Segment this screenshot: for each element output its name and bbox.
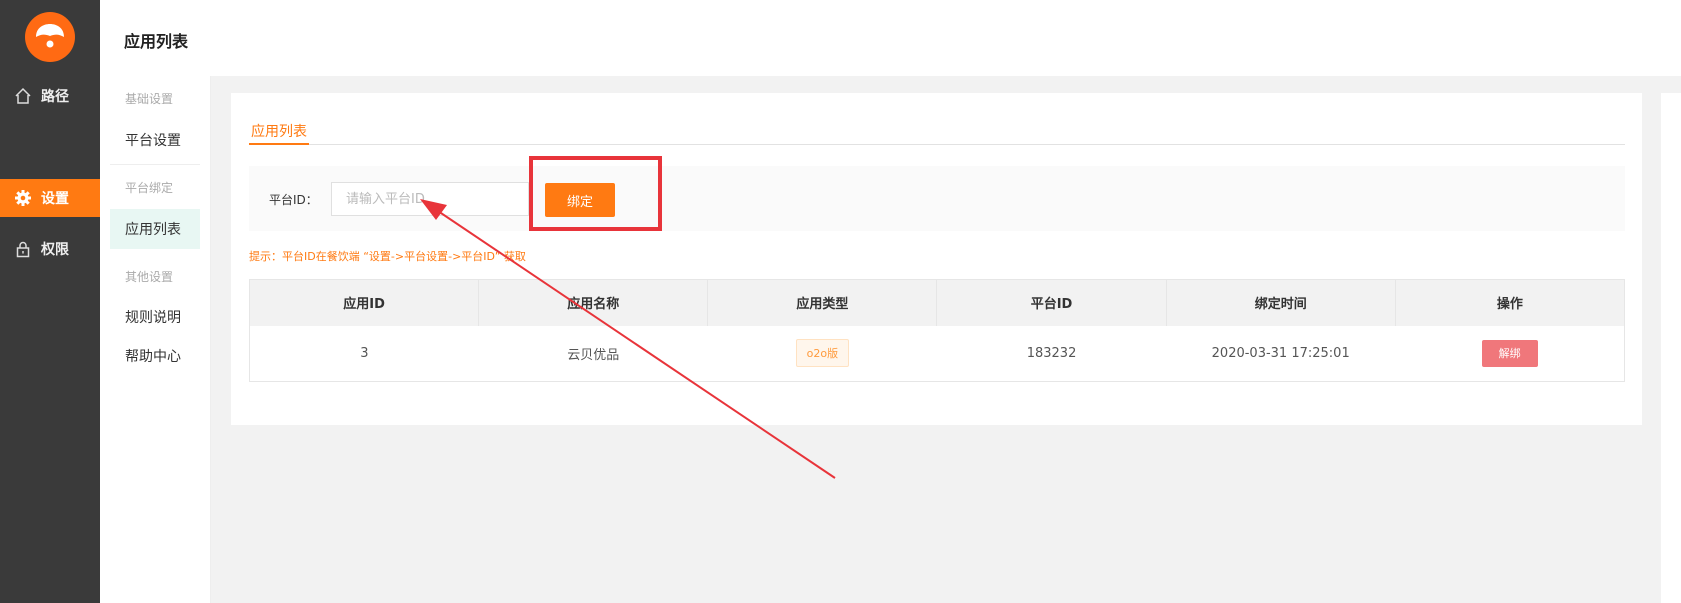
tab-bar: 应用列表	[249, 121, 1625, 145]
tab-app-list[interactable]: 应用列表	[249, 121, 309, 145]
subnav-item-app-list[interactable]: 应用列表	[110, 209, 200, 249]
cell-app-id: 3	[249, 325, 479, 382]
platform-id-label: 平台ID：	[269, 193, 318, 207]
filter-bar: 平台ID： 绑定	[249, 166, 1625, 231]
table-header-row: 应用ID 应用名称 应用类型 平台ID 绑定时间 操作	[249, 279, 1625, 326]
cell-bind-time: 2020-03-31 17:25:01	[1166, 325, 1396, 382]
unbind-button[interactable]: 解绑	[1481, 339, 1538, 367]
annotation-highlight-box	[529, 156, 662, 231]
subnav-item-help[interactable]: 帮助中心	[110, 336, 200, 376]
subnav-item-rules[interactable]: 规则说明	[110, 297, 200, 337]
nav-item-label: 权限	[41, 242, 69, 258]
col-header-app-name: 应用名称	[478, 279, 709, 326]
nav-item-label: 设置	[41, 191, 69, 207]
subnav-divider	[110, 164, 200, 165]
top-header: 应用列表	[100, 0, 1681, 76]
nav-item-path[interactable]: 路径	[0, 77, 100, 115]
secondary-nav: 基础设置 平台设置 平台绑定 应用列表 其他设置 规则说明 帮助中心	[100, 76, 211, 603]
col-header-action: 操作	[1395, 279, 1625, 326]
col-header-bind-time: 绑定时间	[1166, 279, 1396, 326]
col-header-platform-id: 平台ID	[936, 279, 1167, 326]
col-header-app-type: 应用类型	[707, 279, 938, 326]
lock-icon	[14, 240, 32, 258]
cell-app-type: o2o版	[707, 325, 937, 382]
gear-icon	[14, 189, 32, 207]
home-icon	[14, 87, 32, 105]
page-title: 应用列表	[124, 32, 189, 51]
platform-id-input[interactable]	[331, 182, 529, 216]
table-row: 3 云贝优品 o2o版 183232 2020-03-31 17:25:01 解…	[249, 325, 1625, 382]
cell-platform-id: 183232	[936, 325, 1167, 382]
right-side-panel	[1661, 93, 1681, 603]
app-root: 路径 设置 权限 应用列表 基础设置 平台设置 平台绑定 应用列表 其他设置 规…	[0, 0, 1681, 603]
nav-item-permissions[interactable]: 权限	[0, 230, 100, 268]
subnav-item-platform-settings[interactable]: 平台设置	[110, 120, 200, 160]
subnav-group-platform-binding: 平台绑定	[125, 181, 174, 195]
nav-item-settings[interactable]: 设置	[0, 179, 100, 217]
main-nav: 路径 设置 权限	[0, 0, 100, 603]
app-table: 应用ID 应用名称 应用类型 平台ID 绑定时间 操作 3 云贝优品 o2o版 …	[249, 279, 1625, 382]
subnav-group-basic: 基础设置	[125, 92, 174, 106]
app-type-badge: o2o版	[795, 339, 850, 368]
logo-icon	[36, 24, 64, 48]
logo[interactable]	[25, 12, 75, 62]
hint-text: 提示：平台ID在餐饮端 “设置->平台设置->平台ID” 获取	[249, 250, 526, 263]
cell-action: 解绑	[1395, 325, 1625, 382]
content-card: 应用列表 平台ID： 绑定 提示：平台ID在餐饮端 “设置->平台设置->平台I…	[231, 93, 1642, 425]
subnav-group-other: 其他设置	[125, 270, 174, 284]
nav-item-label: 路径	[41, 89, 69, 105]
col-header-app-id: 应用ID	[249, 279, 480, 326]
cell-app-name: 云贝优品	[478, 325, 708, 382]
